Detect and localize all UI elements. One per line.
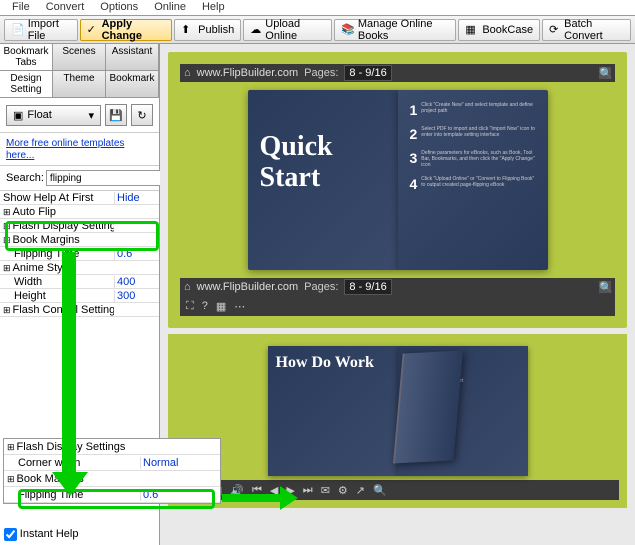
arrow-horizontal: [222, 494, 282, 502]
prop-show-help[interactable]: Show Help At First: [0, 192, 114, 204]
zoom-book-margins[interactable]: Book Margins: [4, 473, 220, 485]
template-float-button[interactable]: ▣Float▾: [6, 105, 101, 126]
apply-icon: ✓: [87, 23, 99, 37]
batch-icon: ⟳: [549, 23, 561, 37]
batch-convert-button[interactable]: ⟳Batch Convert: [542, 19, 631, 41]
search-icon[interactable]: 🔍: [599, 67, 611, 79]
menu-convert[interactable]: Convert: [38, 0, 93, 15]
flipping-page: [392, 351, 462, 464]
book-top-bar: ⌂ www.FlipBuilder.com Pages: 8 - 9/16 🔍: [180, 64, 615, 82]
highlight-bottom: [18, 489, 215, 509]
arrow-vertical: [62, 252, 76, 477]
home-icon[interactable]: ⌂: [184, 281, 191, 293]
tab-theme[interactable]: Theme: [53, 71, 106, 97]
prop-anime-style[interactable]: Anime Style: [0, 262, 114, 274]
tab-row-2: Design Setting Theme Bookmark: [0, 71, 159, 98]
gear-icon[interactable]: ⚙: [338, 484, 348, 497]
import-file-button[interactable]: 📄Import File: [4, 19, 78, 41]
bookcase-button[interactable]: ▦BookCase: [458, 19, 540, 41]
book-preview-1: ⌂ www.FlipBuilder.com Pages: 8 - 9/16 🔍 …: [168, 52, 627, 328]
search-icon[interactable]: 🔍: [599, 281, 611, 293]
more-templates-link[interactable]: More free online templates here...: [6, 138, 124, 161]
manage-icon: 📚: [341, 23, 355, 37]
instant-help-box: Instant Help: [4, 528, 155, 541]
thumbnails-icon[interactable]: ▦: [216, 300, 226, 313]
upload-online-button[interactable]: ☁Upload Online: [243, 19, 332, 41]
manage-books-button[interactable]: 📚Manage Online Books: [334, 19, 456, 41]
save-template-button[interactable]: 💾: [105, 104, 127, 126]
tab-design-setting[interactable]: Design Setting: [0, 71, 53, 97]
refresh-icon: ↻: [137, 109, 146, 122]
publish-icon: ⬆: [181, 23, 195, 37]
menu-file[interactable]: File: [4, 0, 38, 15]
pages-value[interactable]: 8 - 9/16: [344, 65, 391, 81]
preview-area: ⌂ www.FlipBuilder.com Pages: 8 - 9/16 🔍 …: [160, 44, 635, 545]
mail-icon[interactable]: ✉: [321, 484, 330, 497]
book-left-page: Quick Start: [248, 90, 398, 270]
tab-scenes[interactable]: Scenes: [53, 44, 106, 70]
instant-help-checkbox[interactable]: [4, 528, 17, 541]
tab-row-1: Bookmark Tabs Scenes Assistant: [0, 44, 159, 71]
zoom-icon[interactable]: 🔍: [373, 484, 387, 497]
book-url: www.FlipBuilder.com: [197, 67, 298, 79]
menu-bar: File Convert Options Online Help: [0, 0, 635, 16]
book-mid-bar: ⌂ www.FlipBuilder.com Pages: 8 - 9/16 🔍: [180, 278, 615, 296]
upload-icon: ☁: [250, 23, 262, 37]
chevron-down-icon: ▾: [88, 109, 94, 122]
save-icon: 💾: [109, 109, 123, 122]
arrow-right-head: [280, 486, 298, 510]
refresh-template-button[interactable]: ↻: [131, 104, 153, 126]
highlight-top: [5, 221, 159, 251]
fullscreen-icon[interactable]: ⛶: [186, 300, 194, 313]
tab-bookmark-tabs[interactable]: Bookmark Tabs: [0, 44, 53, 70]
prop-width[interactable]: Width: [0, 276, 114, 288]
menu-help[interactable]: Help: [194, 0, 233, 15]
apply-change-button[interactable]: ✓Apply Change: [80, 19, 173, 41]
properties-panel: Show Help At FirstHide Auto Flip Flash D…: [0, 191, 159, 379]
publish-button[interactable]: ⬆Publish: [174, 19, 241, 41]
home-icon[interactable]: ⌂: [184, 67, 191, 79]
search-label: Search:: [6, 172, 44, 184]
book-icon: ▣: [13, 109, 23, 122]
toolbar: 📄Import File ✓Apply Change ⬆Publish ☁Upl…: [0, 16, 635, 44]
quick-start-title: Quick Start: [260, 132, 386, 194]
menu-online[interactable]: Online: [146, 0, 194, 15]
import-icon: 📄: [11, 23, 25, 37]
prop-height[interactable]: Height: [0, 290, 114, 302]
last-icon[interactable]: ⏭: [303, 484, 313, 497]
book-bottom-bar-1: ⛶ ? ▦ ⋯: [180, 296, 615, 316]
zoom-flash-display[interactable]: Flash Display Settings: [4, 441, 220, 453]
prop-flash-control[interactable]: Flash Control Settings: [0, 304, 114, 316]
bookcase-icon: ▦: [465, 23, 479, 37]
tab-assistant[interactable]: Assistant: [106, 44, 159, 70]
book-preview-2: How Do Work 1Click Create New 2Select PD…: [168, 334, 627, 508]
book2-left-page: How Do Work: [268, 346, 398, 476]
more-icon[interactable]: ⋯: [234, 300, 245, 313]
how-work-title: How Do Work: [276, 354, 390, 372]
share-icon[interactable]: ↗: [356, 484, 365, 497]
prop-auto-flip[interactable]: Auto Flip: [0, 206, 114, 218]
menu-options[interactable]: Options: [92, 0, 146, 15]
tab-bookmark[interactable]: Bookmark: [106, 71, 159, 97]
book-right-page: 1Click "Create New" and select template …: [398, 90, 548, 270]
help-icon[interactable]: ?: [202, 300, 208, 312]
pages-label: Pages:: [304, 67, 338, 79]
